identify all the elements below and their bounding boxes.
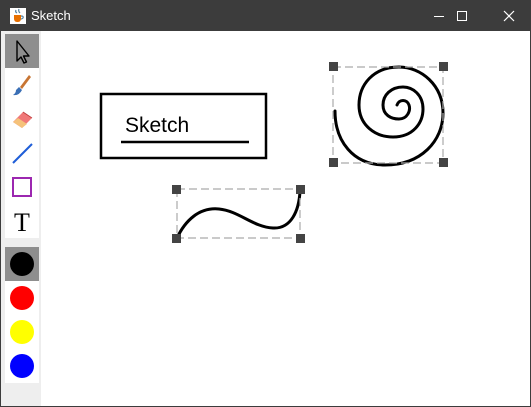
close-button[interactable] bbox=[489, 1, 529, 31]
sketch-text-shape[interactable]: Sketch bbox=[125, 114, 189, 137]
text-tool-button[interactable]: T bbox=[5, 204, 39, 238]
blue-circle-icon bbox=[10, 354, 34, 378]
text-icon: T bbox=[14, 208, 30, 237]
color-swatch-blue[interactable] bbox=[5, 349, 39, 383]
color-swatch-black[interactable] bbox=[5, 247, 39, 281]
wave-shape[interactable] bbox=[172, 185, 305, 243]
resize-handle[interactable] bbox=[439, 158, 448, 167]
resize-handle[interactable] bbox=[296, 234, 305, 243]
title-bar[interactable]: Sketch bbox=[1, 1, 530, 31]
arrow-cursor-icon bbox=[16, 40, 30, 64]
java-cup-icon bbox=[10, 8, 26, 24]
sketch-window: Sketch T Sketch bbox=[0, 0, 531, 407]
rectangle-tool-button[interactable] bbox=[5, 170, 39, 204]
close-icon bbox=[503, 10, 515, 22]
red-circle-icon bbox=[10, 286, 34, 310]
svg-text:T: T bbox=[14, 208, 30, 237]
resize-handle[interactable] bbox=[439, 62, 448, 71]
black-circle-icon bbox=[10, 252, 34, 276]
yellow-circle-icon bbox=[10, 320, 34, 344]
color-swatch-yellow[interactable] bbox=[5, 315, 39, 349]
drawing-canvas[interactable]: Sketch bbox=[41, 31, 530, 406]
eraser-tool-button[interactable] bbox=[5, 102, 39, 136]
rectangle-icon bbox=[12, 177, 32, 197]
line-icon bbox=[12, 143, 33, 164]
tool-palette: T bbox=[1, 31, 41, 406]
line-tool-button[interactable] bbox=[5, 136, 39, 170]
resize-handle[interactable] bbox=[172, 234, 181, 243]
resize-handle[interactable] bbox=[172, 185, 181, 194]
select-tool-button[interactable] bbox=[5, 34, 39, 68]
spiral-shape[interactable] bbox=[329, 62, 448, 167]
maximize-icon bbox=[457, 11, 467, 21]
maximize-button[interactable] bbox=[442, 1, 482, 31]
brush-tool-button[interactable] bbox=[5, 68, 39, 102]
eraser-icon bbox=[13, 111, 33, 128]
window-title: Sketch bbox=[31, 8, 71, 23]
color-swatch-red[interactable] bbox=[5, 281, 39, 315]
paintbrush-icon bbox=[13, 75, 31, 96]
resize-handle[interactable] bbox=[329, 158, 338, 167]
resize-handle[interactable] bbox=[296, 185, 305, 194]
resize-handle[interactable] bbox=[329, 62, 338, 71]
